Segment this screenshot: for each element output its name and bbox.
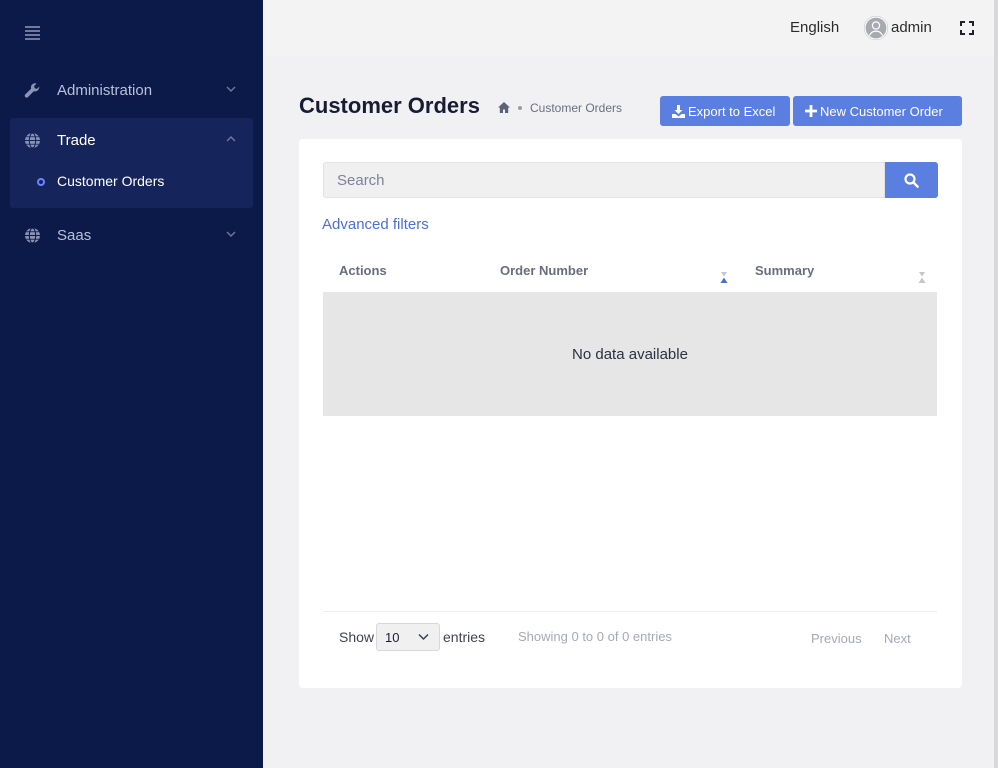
table-info: Showing 0 to 0 of 0 entries bbox=[518, 629, 672, 644]
sidebar-group-trade: Trade Customer Orders bbox=[10, 118, 253, 208]
top-bar: English admin bbox=[263, 0, 998, 56]
sort-icon[interactable] bbox=[918, 272, 926, 283]
chevron-down-icon bbox=[418, 633, 429, 641]
entries-label: entries bbox=[443, 629, 486, 645]
empty-state-message: No data available bbox=[572, 346, 688, 363]
next-page-button[interactable]: Next bbox=[884, 631, 911, 646]
column-header-order-number[interactable]: Order Number bbox=[500, 263, 588, 278]
sidebar: Administration Trade Customer Orders Saa… bbox=[0, 0, 263, 768]
avatar[interactable] bbox=[864, 16, 888, 40]
divider bbox=[323, 611, 937, 612]
previous-page-button[interactable]: Previous bbox=[811, 631, 862, 646]
home-icon[interactable] bbox=[497, 101, 511, 114]
breadcrumb-separator bbox=[518, 106, 522, 110]
bullet-icon bbox=[37, 178, 45, 186]
export-to-excel-button[interactable]: Export to Excel bbox=[660, 96, 790, 126]
new-button-label: New Customer Order bbox=[820, 103, 943, 119]
chevron-down-icon bbox=[226, 86, 236, 92]
show-label: Show bbox=[339, 629, 375, 645]
sidebar-item-trade[interactable]: Trade bbox=[10, 118, 253, 162]
search-button[interactable] bbox=[885, 162, 938, 198]
advanced-filters-link[interactable]: Advanced filters bbox=[322, 216, 429, 233]
globe-icon bbox=[25, 227, 40, 244]
download-icon bbox=[672, 104, 685, 118]
globe-icon bbox=[25, 132, 40, 149]
sidebar-subitem-label: Customer Orders bbox=[57, 173, 165, 189]
export-button-label: Export to Excel bbox=[688, 103, 776, 119]
page-title: Customer Orders bbox=[299, 93, 480, 118]
search-input[interactable] bbox=[323, 162, 885, 198]
new-customer-order-button[interactable]: New Customer Order bbox=[793, 96, 962, 126]
user-menu[interactable]: admin bbox=[891, 19, 932, 36]
scrollbar[interactable] bbox=[994, 0, 998, 768]
fullscreen-icon[interactable] bbox=[960, 21, 974, 35]
user-icon bbox=[864, 16, 888, 40]
sidebar-item-label: Trade bbox=[57, 131, 96, 149]
sidebar-item-administration[interactable]: Administration bbox=[10, 68, 253, 112]
column-header-actions: Actions bbox=[339, 263, 387, 278]
table-body: No data available bbox=[323, 292, 937, 416]
chevron-up-icon bbox=[226, 136, 236, 142]
language-selector[interactable]: English bbox=[790, 19, 839, 36]
menu-toggle-icon[interactable] bbox=[25, 26, 40, 40]
plus-icon bbox=[805, 105, 817, 117]
page-size-select[interactable]: 10 bbox=[376, 623, 440, 651]
sort-asc-icon[interactable] bbox=[720, 272, 728, 283]
chevron-down-icon bbox=[226, 231, 236, 237]
search-icon bbox=[904, 172, 919, 188]
column-header-summary[interactable]: Summary bbox=[755, 263, 814, 278]
sidebar-subitem-customer-orders[interactable]: Customer Orders bbox=[10, 162, 253, 202]
breadcrumb: Customer Orders bbox=[530, 101, 623, 115]
sidebar-item-label: Administration bbox=[57, 81, 153, 99]
page-size-value: 10 bbox=[385, 630, 400, 645]
sidebar-item-saas[interactable]: Saas bbox=[10, 213, 253, 257]
orders-card: Advanced filters Actions Order Number Su… bbox=[299, 139, 962, 688]
wrench-icon bbox=[24, 83, 40, 98]
sidebar-item-label: Saas bbox=[57, 226, 92, 244]
